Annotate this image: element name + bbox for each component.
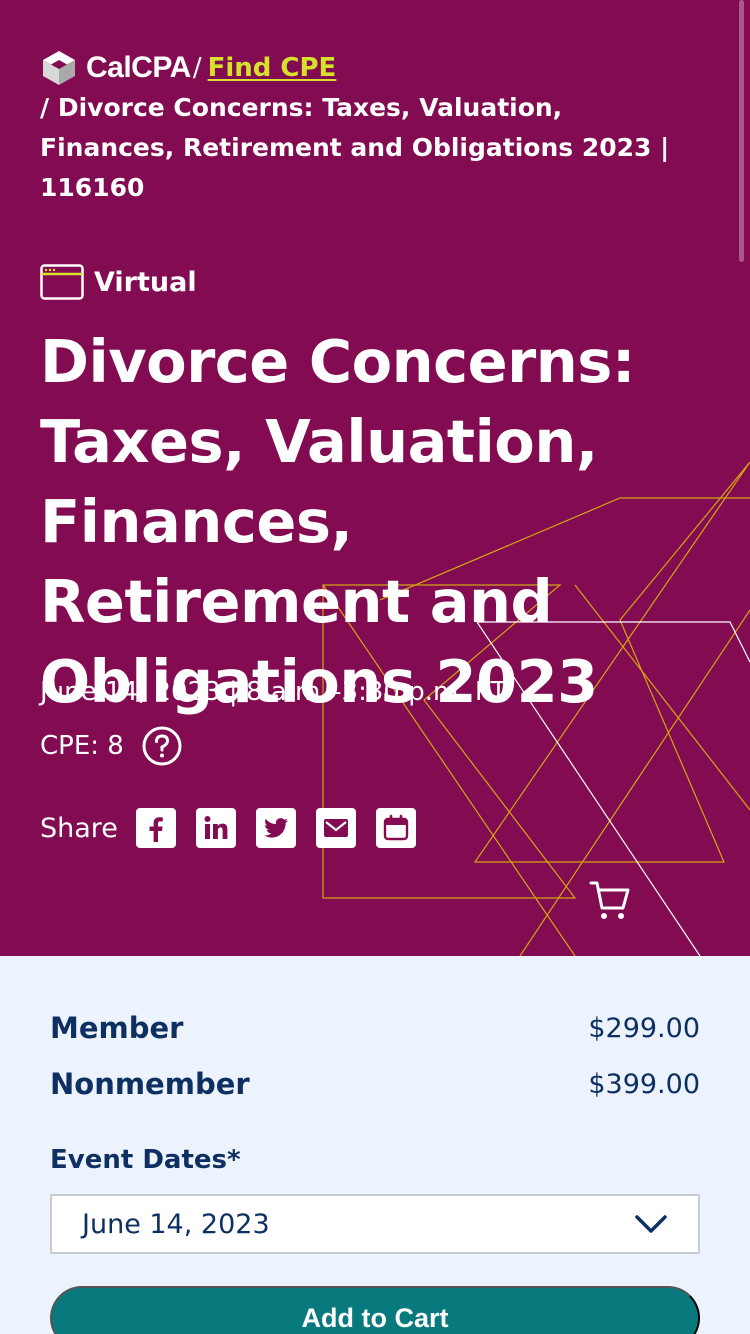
facebook-icon <box>149 817 163 842</box>
price-label: Member <box>50 1011 184 1045</box>
purchase-panel: Member $299.00 Nonmember $399.00 Event D… <box>50 1000 700 1254</box>
add-to-cart-button[interactable]: Add to Cart <box>50 1286 700 1334</box>
share-facebook-button[interactable] <box>135 808 176 848</box>
share-label: Share <box>40 812 118 844</box>
price-row-nonmember: Nonmember $399.00 <box>50 1056 700 1112</box>
breadcrumb: CalCPA / Find CPE / Divorce Concerns: Ta… <box>40 48 700 208</box>
share-email-button[interactable] <box>315 808 356 848</box>
chevron-down-icon <box>635 1215 667 1233</box>
share-linkedin-button[interactable] <box>195 808 236 848</box>
breadcrumb-separator: / <box>192 53 202 83</box>
calcpa-logo-icon <box>43 51 75 85</box>
twitter-icon <box>264 818 288 838</box>
price-label: Nonmember <box>50 1067 250 1101</box>
hero-banner: CalCPA / Find CPE / Divorce Concerns: Ta… <box>0 0 750 956</box>
cart-icon[interactable] <box>588 878 632 922</box>
event-dates-label: Event Dates* <box>50 1145 241 1175</box>
price-value: $399.00 <box>588 1068 700 1100</box>
logo-text[interactable]: CalCPA <box>86 51 191 85</box>
selected-date: June 14, 2023 <box>82 1208 270 1240</box>
calendar-icon <box>383 814 409 841</box>
event-title: Divorce Concerns: Taxes, Valuation, Fina… <box>40 327 635 716</box>
breadcrumb-current: / Divorce Concerns: Taxes, Valuation, Fi… <box>40 93 670 202</box>
scrollbar[interactable] <box>739 0 744 262</box>
cpe-credits: CPE: 8 <box>40 726 182 766</box>
help-icon[interactable] <box>142 726 182 766</box>
add-to-calendar-button[interactable] <box>375 808 416 848</box>
price-row-member: Member $299.00 <box>50 1000 700 1056</box>
event-datetime: June 14, 2023 | 8 a.m.–3:30 p.m. PT <box>40 677 507 707</box>
share-bar: Share <box>40 804 436 852</box>
browser-window-icon <box>40 264 84 300</box>
event-date-select[interactable]: June 14, 2023 <box>50 1194 700 1254</box>
cpe-label: CPE: 8 <box>40 731 124 761</box>
format-label: Virtual <box>94 266 197 298</box>
find-cpe-link[interactable]: Find CPE <box>208 53 337 83</box>
event-format: Virtual <box>40 262 197 302</box>
price-value: $299.00 <box>588 1012 700 1044</box>
share-twitter-button[interactable] <box>255 808 296 848</box>
email-icon <box>323 819 348 837</box>
linkedin-icon <box>204 816 228 839</box>
